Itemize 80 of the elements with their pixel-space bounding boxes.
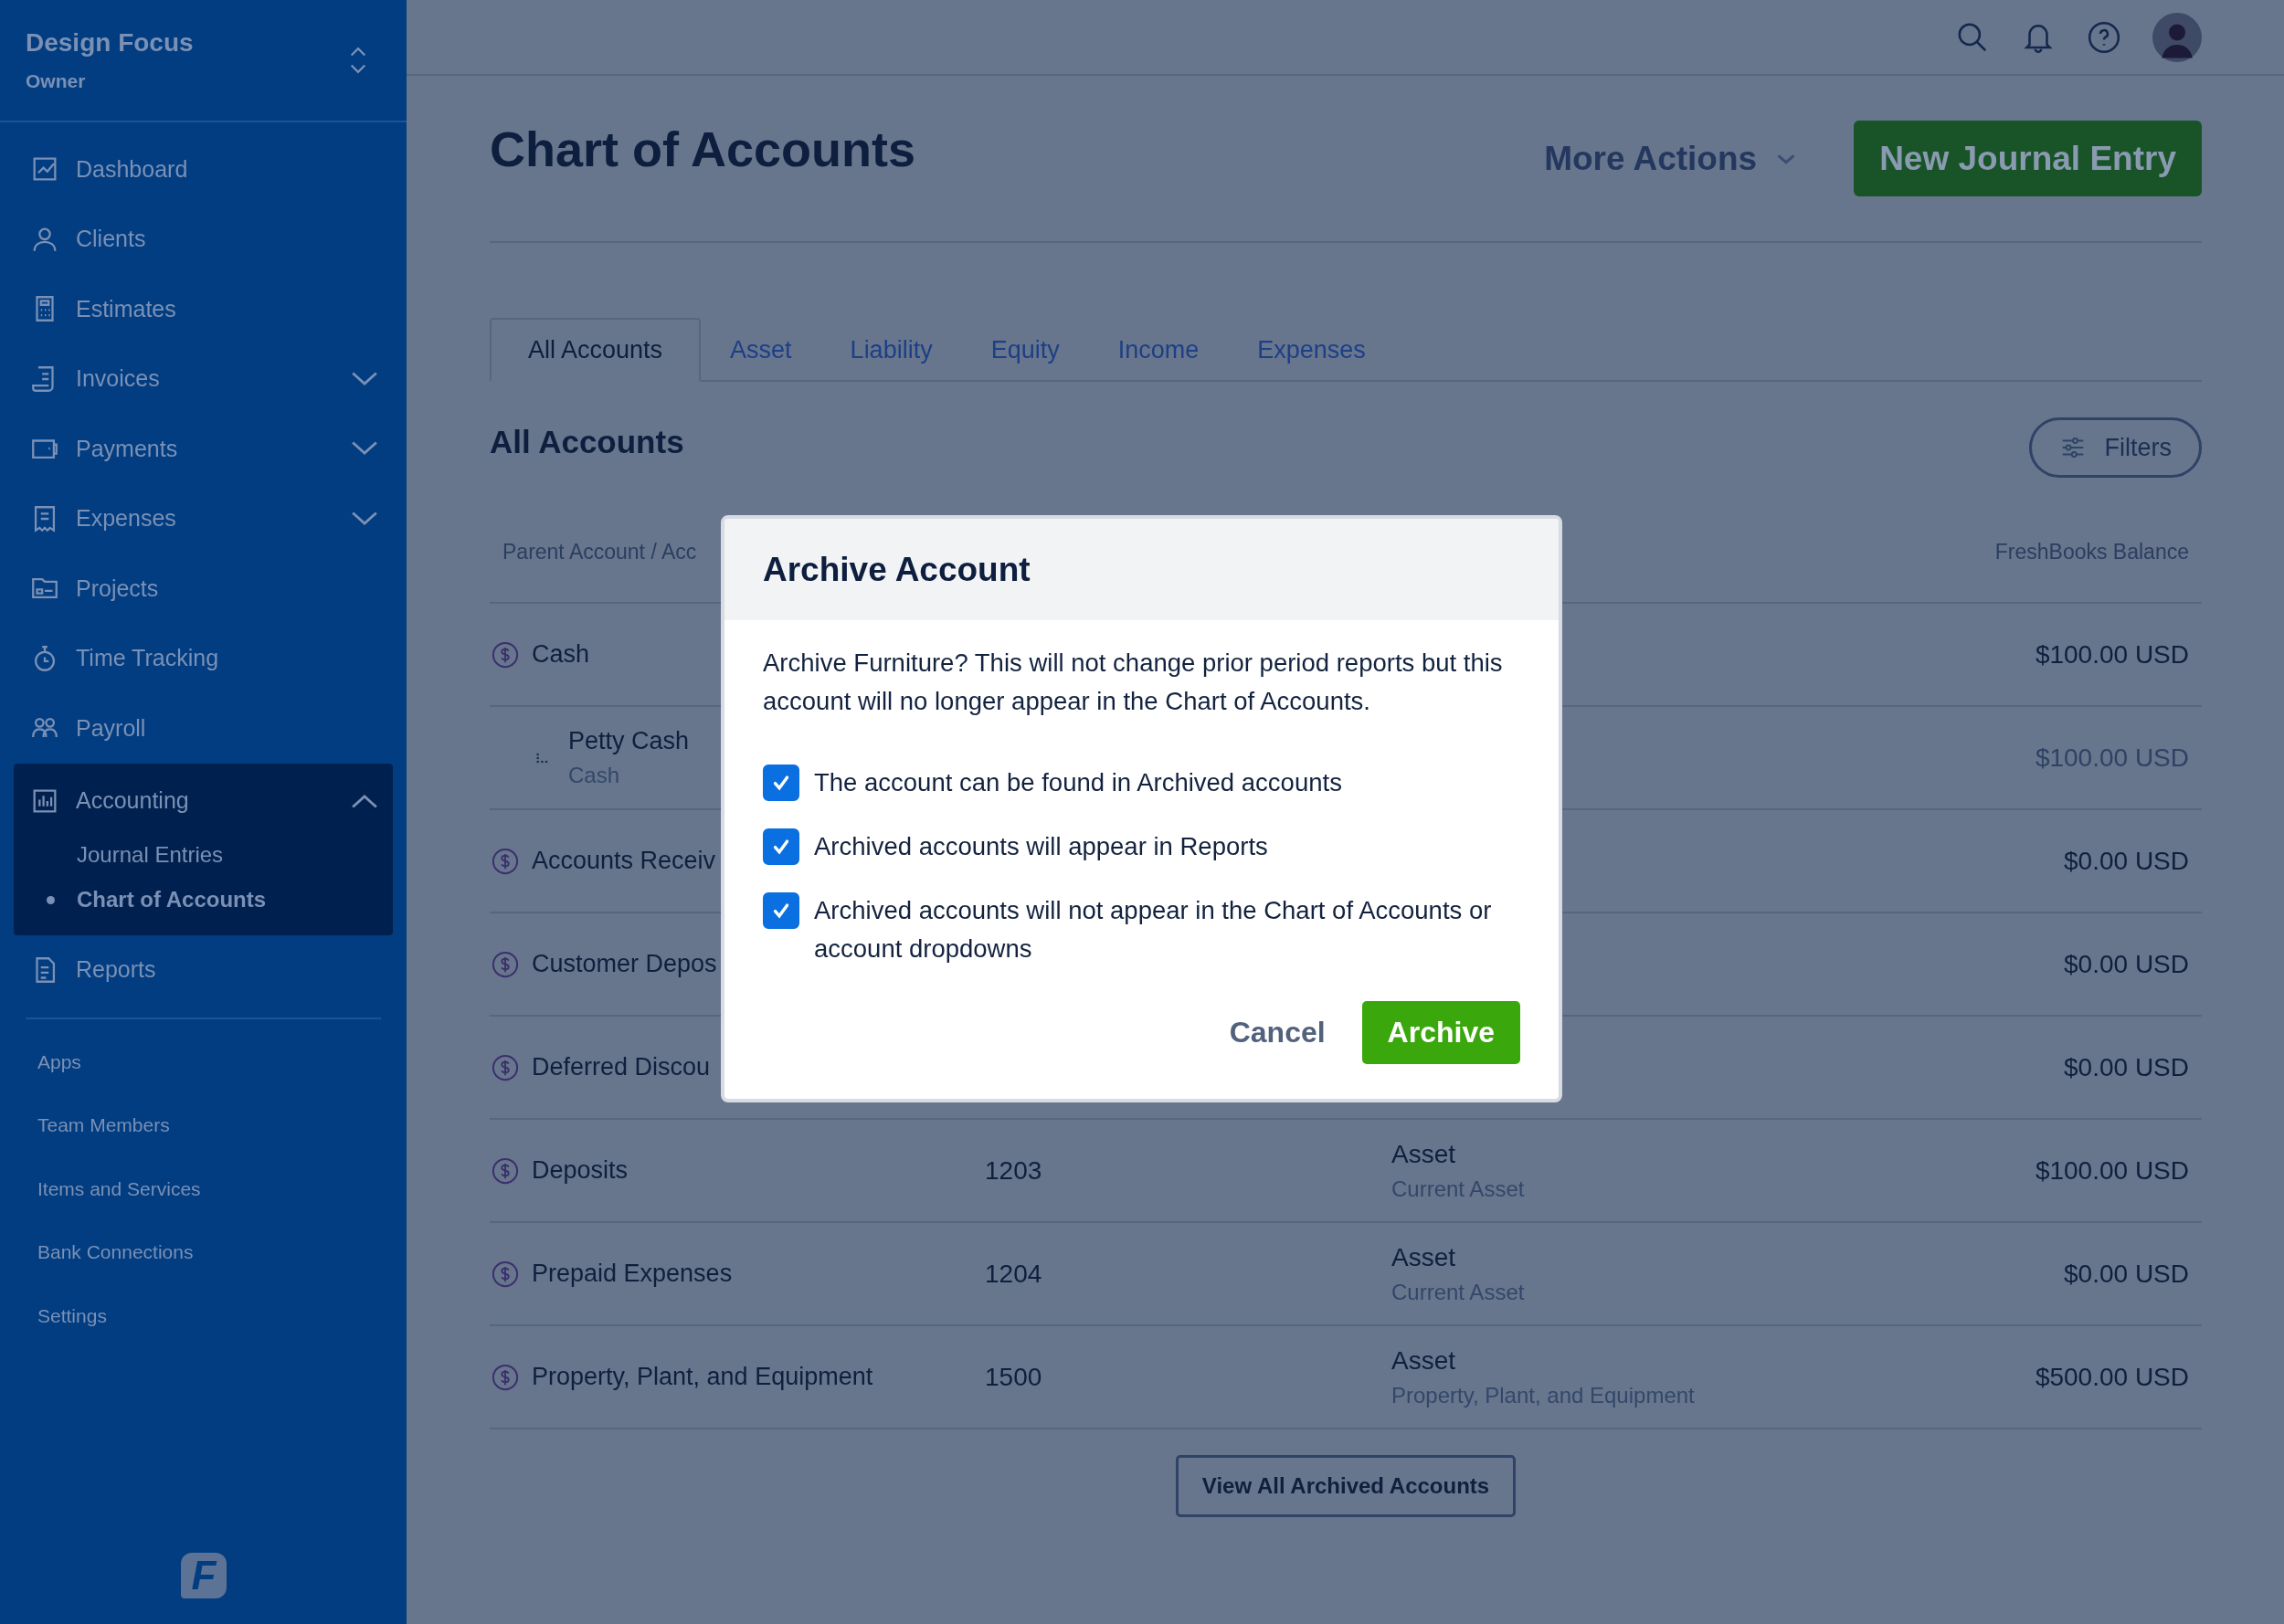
- cancel-button[interactable]: Cancel: [1218, 1016, 1337, 1049]
- checkbox[interactable]: [763, 892, 799, 929]
- dollar-icon: [492, 847, 519, 875]
- account-name: Customer Depos: [532, 950, 717, 978]
- nav-link[interactable]: Bank Connections: [37, 1220, 194, 1284]
- nav-item[interactable]: Estimates: [0, 274, 407, 344]
- nav-item[interactable]: Payroll: [0, 693, 407, 764]
- checkbox-label: Archived accounts will not appear in the Chart of Accounts or account dropdowns: [814, 895, 1493, 965]
- view-archived-button[interactable]: View All Archived Accounts: [1175, 1455, 1517, 1517]
- nav-link[interactable]: Items and Services: [37, 1157, 201, 1221]
- checkbox[interactable]: [763, 765, 799, 801]
- dollar-icon: [492, 1053, 519, 1081]
- account-number: 1500: [985, 1362, 1042, 1391]
- balance-amount: $0.00 USD: [2064, 1259, 2189, 1288]
- balance-amount: $0.00 USD: [2064, 1052, 2189, 1081]
- filters-button[interactable]: Filters: [2028, 417, 2202, 478]
- balance-amount: $0.00 USD: [2064, 846, 2189, 875]
- account-name: Deposits: [532, 1156, 629, 1185]
- tab[interactable]: Liability: [820, 318, 962, 382]
- account-name: Accounts Receiv: [532, 847, 716, 875]
- nav-subitem[interactable]: Journal Entries: [14, 832, 393, 878]
- balance-amount: $100.00 USD: [2035, 639, 2189, 669]
- nav-item[interactable]: Expenses: [0, 483, 407, 554]
- checkbox[interactable]: [763, 828, 799, 865]
- chevron-down-icon: [350, 510, 379, 527]
- more-actions-button[interactable]: More Actions: [1544, 139, 1798, 178]
- workspace-role: Owner: [26, 70, 87, 92]
- tab[interactable]: Income: [1088, 318, 1229, 382]
- nav-link[interactable]: Apps: [37, 1030, 81, 1094]
- nav-link[interactable]: Team Members: [37, 1093, 170, 1157]
- account-type: Asset: [1391, 1242, 1457, 1272]
- dollar-icon: [492, 640, 519, 669]
- balance-amount: $500.00 USD: [2035, 1362, 2189, 1391]
- logo[interactable]: F: [181, 1553, 227, 1598]
- nav-item[interactable]: Clients: [0, 204, 407, 274]
- dollar-icon: [492, 1156, 519, 1185]
- account-number: 1203: [985, 1155, 1042, 1185]
- tab[interactable]: Expenses: [1228, 318, 1395, 382]
- balance-amount: $100.00 USD: [2035, 1155, 2189, 1185]
- archive-button[interactable]: Archive: [1361, 1001, 1520, 1064]
- balance-amount: $100.00 USD: [2035, 743, 2189, 772]
- avatar-icon[interactable]: [2152, 12, 2202, 62]
- workspace-name: Design Focus: [26, 28, 195, 58]
- account-name: Petty Cash: [568, 727, 690, 755]
- nav-item[interactable]: Payments: [0, 414, 407, 484]
- help-icon[interactable]: [2087, 19, 2121, 55]
- nav-item[interactable]: Reports: [0, 934, 407, 1005]
- page-title: Chart of Accounts: [490, 120, 916, 177]
- account-type: Asset: [1391, 1139, 1457, 1169]
- section-title: All Accounts: [490, 424, 684, 460]
- dialog-title: Archive Account: [763, 550, 1031, 589]
- checkbox-label: The account can be found in Archived accounts: [814, 767, 1342, 798]
- nav-item[interactable]: Dashboard: [0, 134, 407, 205]
- account-number: 1204: [985, 1259, 1042, 1288]
- account-name: Property, Plant, and Equipment: [532, 1363, 873, 1391]
- nav-item[interactable]: Accounting: [14, 768, 393, 833]
- chevron-down-icon: [350, 370, 379, 387]
- tab[interactable]: Asset: [701, 318, 821, 382]
- nav-item[interactable]: Projects: [0, 554, 407, 624]
- nav-item[interactable]: Invoices: [0, 343, 407, 414]
- account-name: Deferred Discou: [532, 1053, 711, 1081]
- dollar-icon: [492, 1363, 519, 1391]
- checkbox-label: Archived accounts will appear in Reports: [814, 831, 1268, 862]
- tab[interactable]: All Accounts: [490, 318, 702, 382]
- dollar-icon: [492, 1260, 519, 1288]
- nav-link[interactable]: Settings: [37, 1284, 107, 1348]
- chevron-up-icon: [350, 792, 379, 809]
- dollar-icon: [492, 950, 519, 978]
- account-name: Prepaid Expenses: [532, 1260, 733, 1288]
- nav-subitem[interactable]: Chart of Accounts: [14, 877, 393, 923]
- dialog-message: Archive Furniture? This will not change prior period reports but this account will no longer appear in the Chart of Accounts.: [763, 648, 1504, 717]
- account-type: Asset: [1391, 1345, 1457, 1376]
- account-name: Cash: [532, 640, 590, 669]
- column-header: Parent Account / Acc: [502, 540, 697, 564]
- new-journal-entry-button[interactable]: New Journal Entry: [1854, 121, 2202, 196]
- nav-item[interactable]: Time Tracking: [0, 623, 407, 693]
- balance-amount: $0.00 USD: [2064, 949, 2189, 978]
- column-header: FreshBooks Balance: [1994, 540, 2189, 564]
- tab[interactable]: Equity: [961, 318, 1089, 382]
- chevron-down-icon: [350, 440, 379, 458]
